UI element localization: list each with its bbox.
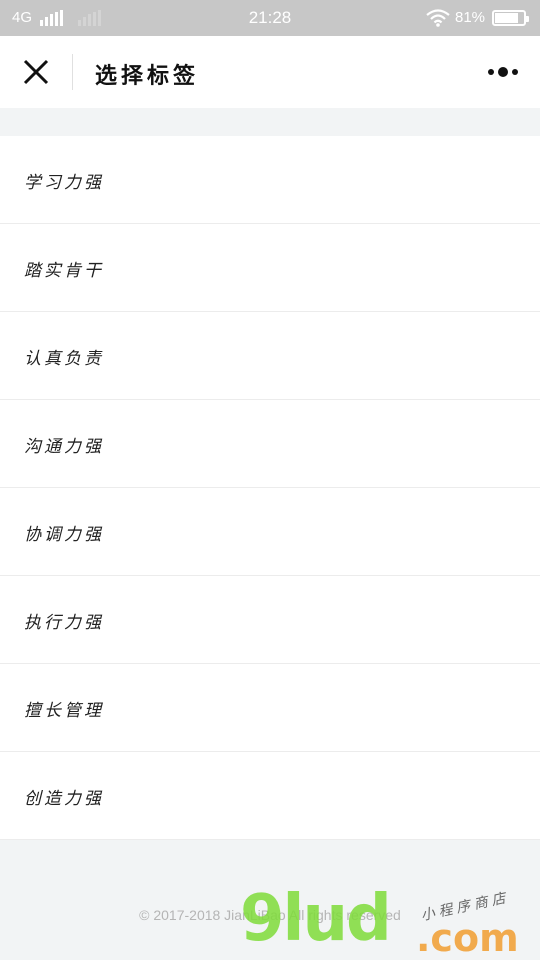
tag-label: 学习力强 [24, 173, 104, 193]
list-item[interactable]: 创造力强 [0, 752, 540, 840]
battery-icon [492, 10, 529, 26]
more-dots-icon [488, 69, 494, 75]
nav-divider [72, 54, 73, 90]
list-item[interactable]: 协调力强 [0, 488, 540, 576]
battery-percent: 81% [455, 9, 486, 26]
tag-label: 认真负责 [24, 349, 104, 369]
footer: © 2017-2018 JianLiBao All rights reserve… [0, 864, 540, 960]
more-menu-button[interactable] [484, 62, 524, 82]
list-item[interactable]: 沟通力强 [0, 400, 540, 488]
tag-label: 擅长管理 [24, 701, 104, 721]
list-item[interactable]: 踏实肯干 [0, 224, 540, 312]
list-item[interactable]: 执行力强 [0, 576, 540, 664]
page-title: 选择标签 [95, 63, 200, 89]
status-bar: 4G 21:28 81% [0, 0, 540, 36]
tag-label: 踏实肯干 [24, 261, 104, 281]
tag-label: 沟通力强 [24, 437, 104, 457]
tag-list: 学习力强 踏实肯干 认真负责 沟通力强 协调力强 执行力强 擅长管理 创造力强 [0, 136, 540, 840]
nav-bar: 选择标签 [0, 36, 540, 108]
tag-label: 协调力强 [24, 525, 104, 545]
close-button[interactable] [20, 56, 52, 88]
list-item[interactable]: 学习力强 [0, 136, 540, 224]
list-item[interactable]: 擅长管理 [0, 664, 540, 752]
list-item[interactable]: 认真负责 [0, 312, 540, 400]
copyright-text: © 2017-2018 JianLiBao All rights reserve… [139, 907, 401, 923]
tag-label: 执行力强 [24, 613, 104, 633]
wifi-icon [426, 9, 450, 27]
tag-label: 创造力强 [24, 789, 104, 809]
